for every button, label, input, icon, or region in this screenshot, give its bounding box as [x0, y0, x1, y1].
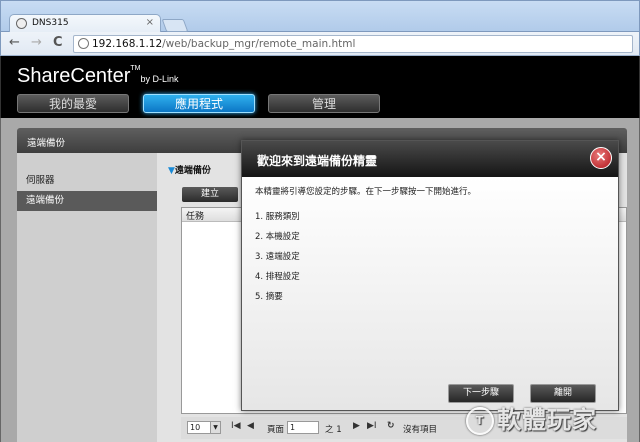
brand-logo: ShareCenterTM by D-Link — [17, 65, 179, 88]
wizard-step: 1. 服務類別 — [255, 212, 300, 222]
page-favicon-icon — [16, 18, 27, 29]
wizard-step: 3. 遠端設定 — [255, 252, 300, 262]
brand-trademark: TM — [130, 65, 141, 72]
wizard-step: 4. 排程設定 — [255, 272, 300, 282]
last-page-icon[interactable]: ▶I — [367, 421, 377, 431]
brand-name: ShareCenter — [17, 65, 131, 87]
content-title-text: 遠端備份 — [174, 166, 211, 176]
tab-close-icon[interactable]: × — [146, 17, 154, 28]
prev-page-icon[interactable]: ◀ — [247, 421, 254, 431]
watermark: T 軟體玩家 — [466, 400, 634, 435]
page-of-label: 之 1 — [325, 425, 342, 435]
column-header-task[interactable]: 任務 — [186, 209, 204, 222]
page-size-value: 10 — [190, 423, 201, 432]
app-header: ShareCenterTM by D-Link 我的最愛 應用程式 管理 — [0, 56, 640, 118]
brand-by: by D-Link — [140, 74, 179, 84]
page-info-icon[interactable] — [78, 38, 89, 49]
watermark-text: 軟體玩家 — [497, 406, 597, 434]
refresh-icon[interactable]: ↻ — [387, 421, 395, 431]
sidebar: 伺服器 遠端備份 — [17, 153, 157, 442]
browser-toolbar: ← → C 192.168.1.12/web/backup_mgr/remote… — [0, 32, 640, 56]
wizard-dialog: 歡迎來到遠端備份精靈 × 本精靈將引導您設定的步驟。在下一步驟按一下開始進行。 … — [241, 140, 619, 411]
empty-label: 沒有項目 — [403, 425, 438, 435]
sidebar-item-server[interactable]: 伺服器 — [17, 171, 157, 191]
tab-applications[interactable]: 應用程式 — [143, 94, 255, 113]
browser-tabstrip: DNS315 × — [0, 0, 640, 33]
page-size-select[interactable]: 10 ▼ — [187, 421, 221, 434]
browser-tab[interactable]: DNS315 × — [9, 14, 161, 33]
tab-management[interactable]: 管理 — [268, 94, 380, 113]
page-label: 頁面 — [267, 425, 285, 435]
dialog-intro: 本精靈將引導您設定的步驟。在下一步驟按一下開始進行。 — [255, 187, 477, 197]
tab-title: DNS315 — [32, 18, 69, 28]
reload-icon[interactable]: C — [53, 36, 63, 50]
tab-favorites[interactable]: 我的最愛 — [17, 94, 129, 113]
new-tab-button[interactable] — [161, 19, 189, 32]
first-page-icon[interactable]: I◀ — [231, 421, 241, 431]
close-icon[interactable]: × — [590, 147, 612, 169]
wizard-step: 5. 摘要 — [255, 292, 283, 302]
chevron-down-icon: ▼ — [210, 422, 220, 433]
wizard-step: 2. 本機設定 — [255, 232, 300, 242]
address-host: 192.168.1.12 — [92, 38, 163, 50]
collapse-triangle-icon[interactable]: ▼ — [168, 166, 175, 176]
address-path: /web/backup_mgr/remote_main.html — [162, 38, 356, 50]
sidebar-item-remote-backup[interactable]: 遠端備份 — [17, 191, 157, 211]
dialog-header: 歡迎來到遠端備份精靈 × — [242, 141, 618, 177]
next-page-icon[interactable]: ▶ — [353, 421, 360, 431]
address-bar[interactable]: 192.168.1.12/web/backup_mgr/remote_main.… — [73, 35, 633, 53]
dialog-body: 本精靈將引導您設定的步驟。在下一步驟按一下開始進行。 1. 服務類別 2. 本機… — [242, 177, 618, 410]
section-title: 遠端備份 — [27, 138, 66, 149]
page-number-input[interactable]: 1 — [287, 421, 319, 434]
address-text: 192.168.1.12/web/backup_mgr/remote_main.… — [92, 38, 355, 50]
watermark-logo-icon: T — [466, 407, 494, 435]
forward-icon[interactable]: → — [31, 36, 42, 50]
create-button[interactable]: 建立 — [182, 187, 238, 202]
back-icon[interactable]: ← — [9, 36, 20, 50]
content-title: ▼遠端備份 — [168, 163, 211, 176]
dialog-title: 歡迎來到遠端備份精靈 — [257, 154, 378, 168]
